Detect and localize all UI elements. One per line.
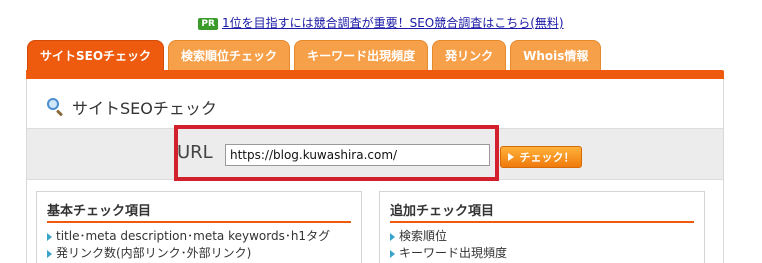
basic-check-title: 基本チェック項目: [47, 200, 351, 223]
check-button[interactable]: チェック！: [500, 146, 582, 168]
list-item-label: 発リンク数(内部リンク･外部リンク): [56, 246, 252, 260]
tab-site-seo-check[interactable]: サイトSEOチェック: [27, 40, 165, 70]
promo-line: PR 1位を目指すには競合調査が重要！SEO競合調査はこちら(無料): [0, 14, 762, 31]
page-title-text: サイトSEOチェック: [72, 99, 217, 118]
triangle-bullet-icon: [47, 249, 52, 258]
triangle-bullet-icon: [390, 232, 395, 241]
magnifier-icon: [47, 98, 65, 117]
page-title: サイトSEOチェック: [47, 95, 217, 119]
list-item-label: キーワード出現頻度: [399, 246, 508, 260]
basic-check-box: 基本チェック項目 title･meta description･meta key…: [36, 191, 362, 263]
list-item-label: 検索順位: [399, 229, 448, 243]
pr-badge: PR: [198, 18, 218, 30]
triangle-bullet-icon: [47, 232, 52, 241]
check-button-label: チェック！: [519, 151, 575, 164]
list-item: 発リンク数(内部リンク･外部リンク): [47, 245, 351, 262]
tab-outbound-links[interactable]: 発リンク: [432, 40, 507, 70]
competitor-research-link[interactable]: 1位を目指すには競合調査が重要！SEO競合調査はこちら(無料): [222, 16, 564, 30]
tab-ranking-check[interactable]: 検索順位チェック: [168, 40, 291, 70]
additional-check-title: 追加チェック項目: [390, 200, 694, 223]
tab-keyword-frequency[interactable]: キーワード出現頻度: [294, 40, 429, 70]
additional-check-box: 追加チェック項目 検索順位 キーワード出現頻度: [379, 191, 705, 263]
list-item: 検索順位: [390, 228, 694, 245]
play-arrow-icon: [507, 153, 514, 161]
main-panel: サイトSEOチェック URL チェック！ 基本チェック項目 title･meta…: [26, 79, 724, 263]
list-item-label: title･meta description･meta keywords･h1タ…: [56, 229, 331, 243]
tab-whois[interactable]: Whois情報: [510, 40, 602, 70]
list-item: キーワード出現頻度: [390, 245, 694, 262]
highlight-box: [174, 125, 499, 181]
tab-underline: [26, 70, 724, 79]
triangle-bullet-icon: [390, 249, 395, 258]
list-item: title･meta description･meta keywords･h1タ…: [47, 228, 351, 245]
tab-bar: サイトSEOチェック 検索順位チェック キーワード出現頻度 発リンク Whois…: [27, 40, 602, 70]
